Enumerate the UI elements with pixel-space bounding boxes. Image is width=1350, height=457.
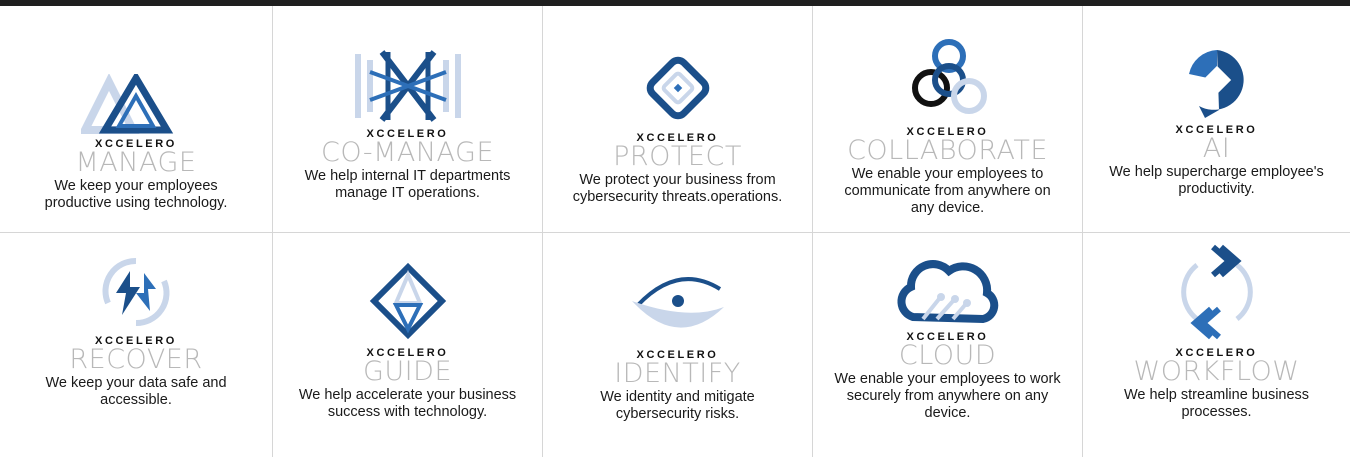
service-description: We keep your employees productive using …	[44, 178, 228, 211]
service-card-guide[interactable]: XCCELERO GUIDE We help accelerate your b…	[273, 233, 543, 457]
service-card-identify[interactable]: XCCELERO IDENTIFY We identity and mitiga…	[543, 233, 813, 457]
circular-arrows-icon	[71, 251, 201, 331]
service-card-manage[interactable]: XCCELERO MANAGE We keep your employees p…	[0, 6, 273, 233]
compass-diamond-icon	[343, 259, 473, 343]
shield-diamond-icon	[613, 52, 743, 128]
service-title: MANAGE	[75, 147, 197, 178]
chevron-cycle-icon	[1152, 239, 1282, 343]
service-description: We enable your employees to communicate …	[844, 166, 1051, 216]
service-title: PROTECT	[613, 141, 742, 172]
service-description: We help accelerate your business success…	[298, 387, 517, 420]
service-title: CLOUD	[898, 340, 997, 371]
ai-chat-diamond-icon	[1152, 44, 1282, 120]
service-card-collaborate[interactable]: XCCELERO COLLABORATE We enable your empl…	[813, 6, 1083, 233]
service-description: We help streamline business processes.	[1123, 387, 1310, 420]
service-title: IDENTIFY	[614, 358, 741, 389]
services-grid: XCCELERO MANAGE We keep your employees p…	[0, 6, 1350, 457]
triangle-manage-icon	[71, 42, 201, 134]
service-card-protect[interactable]: XCCELERO PROTECT We protect your busines…	[543, 6, 813, 233]
service-description: We identity and mitigate cybersecurity r…	[600, 389, 755, 422]
service-title: WORKFLOW	[1133, 356, 1300, 387]
service-title: AI	[1202, 133, 1231, 164]
service-description: We help supercharge employee's productiv…	[1109, 164, 1324, 197]
service-card-recover[interactable]: XCCELERO RECOVER We keep your data safe …	[0, 233, 273, 457]
service-card-workflow[interactable]: XCCELERO WORKFLOW We help streamline bus…	[1083, 233, 1350, 457]
circuit-cloud-icon	[883, 251, 1013, 327]
crossed-bowtie-icon	[343, 44, 473, 124]
service-description: We keep your data safe and accessible.	[45, 375, 227, 408]
service-card-ai[interactable]: XCCELERO AI We help supercharge employee…	[1083, 6, 1350, 233]
service-description: We help internal IT departments manage I…	[304, 168, 511, 201]
service-description: We enable your employees to work securel…	[834, 371, 1061, 421]
service-card-cloud[interactable]: XCCELERO CLOUD We enable your employees …	[813, 233, 1083, 457]
linked-rings-icon	[883, 38, 1013, 122]
eye-icon	[613, 261, 743, 345]
service-title: RECOVER	[69, 344, 203, 375]
service-title: CO-MANAGE	[320, 137, 495, 168]
service-title: GUIDE	[363, 356, 452, 387]
service-card-co-manage[interactable]: XCCELERO CO-MANAGE We help internal IT d…	[273, 6, 543, 233]
service-title: COLLABORATE	[847, 135, 1048, 166]
service-description: We protect your business from cybersecur…	[572, 172, 783, 205]
